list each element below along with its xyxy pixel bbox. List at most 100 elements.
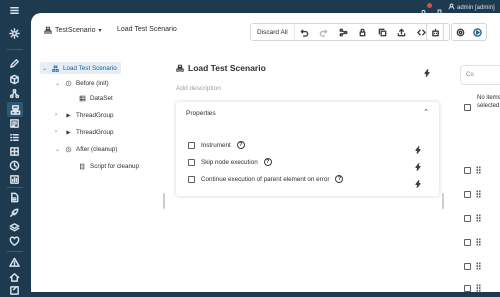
chevron-right-icon[interactable]: ›	[55, 112, 61, 118]
copy-icon	[378, 28, 387, 36]
properties-panel: Properties ⌃ Instrument ? Skip node exec…	[176, 102, 439, 196]
init-icon	[65, 80, 72, 86]
lightning-icon[interactable]	[414, 158, 422, 171]
user-icon	[448, 3, 455, 12]
threadgroup-icon	[66, 112, 71, 118]
edit-icon[interactable]	[8, 57, 21, 70]
tree-node-label: DataSet	[90, 94, 113, 102]
menu-icon[interactable]	[8, 4, 21, 17]
checklist-icon[interactable]	[8, 131, 21, 144]
settings-icon[interactable]	[8, 27, 21, 40]
drag-handle-icon[interactable]	[476, 166, 481, 174]
tree-node-label: Load Test Scenario	[63, 64, 117, 72]
rocket-icon[interactable]	[8, 206, 21, 219]
list-item	[464, 190, 481, 198]
lightning-icon[interactable]	[423, 64, 431, 77]
lock-button[interactable]	[353, 24, 373, 40]
scenario-name: TestScenario	[55, 26, 96, 34]
right-resize-handle[interactable]	[442, 193, 444, 209]
scenario-tree: ⌄ Load Test Scenario ⌄ Before (init) Dat…	[31, 57, 169, 287]
user-label: admin [admin]	[457, 4, 495, 11]
reports-icon[interactable]	[8, 173, 21, 186]
page-title-text: Load Test Scenario	[188, 63, 266, 73]
list-item	[464, 284, 481, 292]
tree-resize-handle[interactable]	[163, 193, 165, 209]
drag-handle-icon[interactable]	[476, 190, 481, 198]
help-icon[interactable]: ?	[263, 158, 272, 166]
redo-button[interactable]	[314, 24, 334, 40]
right-panel-tab[interactable]: Co	[460, 65, 500, 85]
app-window: TestScenario ▾ Load Test Scenario Discar…	[31, 13, 500, 292]
element-editor: Load Test Scenario Add description Prope…	[171, 57, 441, 287]
scenarios-icon[interactable]	[7, 102, 23, 117]
dataset-icon	[79, 95, 86, 101]
tree-node-script[interactable]: Script for cleanup	[79, 160, 139, 172]
layers-icon[interactable]	[8, 221, 21, 234]
drag-handle-icon[interactable]	[476, 238, 481, 246]
row-checkbox[interactable]	[464, 238, 471, 246]
select-all-row	[464, 103, 471, 111]
code-icon	[417, 29, 426, 35]
export-icon[interactable]	[8, 284, 21, 297]
drag-handle-icon[interactable]	[476, 214, 481, 222]
row-checkbox[interactable]	[464, 284, 471, 292]
row-checkbox[interactable]	[464, 190, 471, 198]
upload-button[interactable]	[392, 24, 412, 40]
add-description-link[interactable]: Add description	[176, 85, 221, 92]
tree-node-before[interactable]: ⌄ Before (init)	[55, 77, 109, 89]
help-icon[interactable]: ?	[236, 141, 245, 149]
row-checkbox[interactable]	[464, 214, 471, 222]
tree-node-after[interactable]: ⌄ After (cleanup)	[55, 143, 117, 155]
tree-node-dataset[interactable]: DataSet	[79, 92, 113, 104]
property-skip-node: Skip node execution ?	[188, 157, 272, 167]
run-controls	[451, 23, 487, 41]
scenario-selector[interactable]: TestScenario ▾	[44, 26, 101, 34]
redo-icon	[320, 29, 328, 37]
drag-handle-icon[interactable]	[476, 262, 481, 270]
rail-divider	[7, 49, 23, 50]
row-checkbox[interactable]	[464, 262, 471, 270]
tree-node-label: Before (init)	[76, 79, 109, 87]
select-all-checkbox[interactable]	[464, 103, 471, 111]
graph-icon[interactable]	[8, 87, 21, 100]
heartbeat-icon[interactable]	[8, 235, 21, 248]
play-icon[interactable]	[473, 27, 482, 37]
discard-all-button[interactable]: Discard All	[251, 24, 295, 40]
hierarchy-button[interactable]	[334, 24, 354, 40]
right-panel: Co No items selected	[447, 57, 500, 292]
tree-node-threadgroup-1[interactable]: › ThreadGroup	[55, 109, 113, 121]
threadgroup-icon	[66, 129, 71, 135]
robot-button[interactable]	[426, 23, 444, 41]
lightning-icon[interactable]	[414, 175, 422, 188]
cube-icon[interactable]	[8, 73, 21, 86]
grid-icon[interactable]	[8, 145, 21, 158]
list-item	[464, 166, 481, 174]
tree-node-label: ThreadGroup	[76, 111, 114, 119]
schedule-icon[interactable]	[8, 159, 21, 172]
target-icon[interactable]	[456, 28, 465, 37]
row-checkbox[interactable]	[464, 166, 471, 174]
tree-node-threadgroup-2[interactable]: › ThreadGroup	[55, 126, 113, 138]
chevron-up-icon[interactable]: ⌃	[423, 108, 429, 116]
page-title: Load Test Scenario	[176, 63, 266, 73]
lightning-icon[interactable]	[414, 141, 422, 154]
undo-button[interactable]	[295, 24, 315, 40]
continue-on-error-checkbox[interactable]	[188, 175, 195, 183]
warning-icon[interactable]	[8, 256, 21, 269]
user-menu[interactable]: admin [admin]	[448, 3, 495, 12]
chevron-right-icon[interactable]: ›	[55, 129, 61, 135]
tree-node-root[interactable]: ⌄ Load Test Scenario	[40, 62, 121, 74]
skip-node-checkbox[interactable]	[188, 158, 195, 166]
document-icon[interactable]	[8, 191, 21, 204]
chevron-down-icon[interactable]: ⌄	[55, 146, 61, 153]
home-icon[interactable]	[8, 271, 21, 284]
tree-node-label: ThreadGroup	[76, 128, 114, 136]
copy-button[interactable]	[373, 24, 393, 40]
drag-handle-icon[interactable]	[476, 284, 481, 292]
chevron-down-icon[interactable]: ⌄	[42, 65, 48, 72]
instrument-checkbox[interactable]	[188, 141, 195, 149]
hierarchy-icon	[339, 27, 348, 37]
help-icon[interactable]: ?	[335, 175, 344, 183]
chevron-down-icon[interactable]: ⌄	[55, 80, 61, 87]
list-icon[interactable]	[8, 117, 21, 130]
